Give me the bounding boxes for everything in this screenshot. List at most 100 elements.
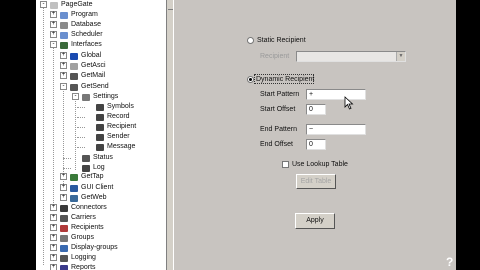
screen: - PageGate + Program + Database + Scheduler - Int… [0, 0, 480, 270]
tree-item-getmail[interactable]: GetMail [70, 71, 105, 81]
tree-item-label: Global [81, 52, 102, 59]
tree-expander-icon[interactable]: + [60, 62, 67, 69]
tree-item-scheduler[interactable]: Scheduler [60, 30, 103, 40]
settings-panel: Static Recipient Recipient ▼ Dynamic Rec… [174, 0, 456, 270]
tree-item-pagegate[interactable]: PageGate [50, 0, 93, 10]
start-pattern-input[interactable]: + [306, 89, 366, 100]
dynamic-recipient-radio[interactable] [247, 76, 254, 83]
chevron-down-icon[interactable]: ▼ [396, 52, 405, 61]
tree-branch-line [77, 137, 85, 138]
end-offset-input[interactable]: 0 [306, 139, 326, 150]
tree-expander-icon[interactable]: + [50, 224, 57, 231]
tree-item-database[interactable]: Database [60, 20, 101, 30]
tree-item-recipient[interactable]: Recipient [96, 122, 136, 132]
tree-item-logging[interactable]: Logging [60, 253, 96, 263]
tree-expander-icon[interactable]: + [50, 204, 57, 211]
right-black-bar [456, 0, 480, 270]
tree-item-groups[interactable]: Groups [60, 233, 94, 243]
tree-node-icon [96, 123, 104, 131]
tree-expander-icon[interactable]: + [50, 21, 57, 28]
tree-expander-icon[interactable]: + [50, 11, 57, 18]
tree-item-global[interactable]: Global [70, 51, 101, 61]
tree-expander-icon[interactable]: + [60, 194, 67, 201]
tree-item-label: GetAsci [81, 62, 106, 69]
tree-item-label: Database [71, 21, 101, 28]
tree-item-carriers[interactable]: Carriers [60, 213, 96, 223]
tree-item-label: GUI Client [81, 184, 114, 191]
start-pattern-label: Start Pattern [260, 91, 300, 98]
navigation-tree[interactable]: - PageGate + Program + Database + Scheduler - Int… [36, 0, 166, 270]
tree-item-label: Scheduler [71, 31, 103, 38]
tree-item-settings[interactable]: Settings [82, 92, 118, 102]
tree-expander-icon[interactable]: + [60, 184, 67, 191]
recipient-select[interactable]: ▼ [296, 51, 406, 62]
tree-item-interfaces[interactable]: Interfaces [60, 40, 102, 50]
tree-node-icon [60, 214, 68, 222]
tree-node-icon [60, 264, 68, 270]
static-recipient-radio[interactable] [247, 37, 254, 44]
start-offset-input[interactable]: 0 [306, 104, 326, 115]
dynamic-recipient-label: Dynamic Recipient [256, 76, 315, 83]
tree-item-reports[interactable]: Reports [60, 263, 96, 270]
tree-item-label: Recipient [107, 123, 137, 130]
tree-item-getsend[interactable]: GetSend [70, 82, 109, 92]
tree-item-sender[interactable]: Sender [96, 132, 130, 142]
tree-item-display-groups[interactable]: Display-groups [60, 243, 118, 253]
tree-expander-icon[interactable]: + [50, 214, 57, 221]
tree-node-icon [60, 31, 68, 39]
tree-node-icon [82, 154, 90, 162]
tree-branch-line [77, 107, 85, 108]
tree-item-getweb[interactable]: GetWeb [70, 193, 107, 203]
tree-item-connectors[interactable]: Connectors [60, 203, 107, 213]
tree-item-label: PageGate [61, 1, 93, 8]
tree-item-label: Logging [71, 254, 96, 261]
tree-guide-line [53, 45, 54, 205]
tree-item-status[interactable]: Status [82, 153, 113, 163]
tree-item-program[interactable]: Program [60, 10, 98, 20]
tree-node-icon [96, 143, 104, 151]
tree-item-label: GetTap [81, 173, 104, 180]
tree-branch-line [63, 168, 71, 169]
tree-expander-icon[interactable]: + [50, 234, 57, 241]
edit-table-button[interactable]: Edit Table [296, 174, 336, 189]
tree-item-gui-client[interactable]: GUI Client [70, 183, 113, 193]
tree-node-icon [60, 11, 68, 19]
tree-expander-icon[interactable]: + [50, 264, 57, 270]
mouse-cursor-icon [344, 96, 354, 110]
end-pattern-input[interactable]: ~ [306, 124, 366, 135]
tree-expander-icon[interactable]: - [40, 1, 47, 8]
tree-item-symbols[interactable]: Symbols [96, 102, 134, 112]
tree-expander-icon[interactable]: + [50, 244, 57, 251]
tree-item-label: Reports [71, 264, 96, 270]
splitter-thumb[interactable] [168, 0, 173, 10]
tree-guide-line [43, 5, 44, 265]
tree-expander-icon[interactable]: - [50, 41, 57, 48]
use-lookup-table-label: Use Lookup Table [292, 161, 348, 168]
tree-item-getasci[interactable]: GetAsci [70, 61, 106, 71]
tree-expander-icon[interactable]: - [60, 83, 67, 90]
tree-item-record[interactable]: Record [96, 112, 130, 122]
tree-node-icon [60, 244, 68, 252]
tree-item-label: GetWeb [81, 194, 107, 201]
tree-item-message[interactable]: Message [96, 142, 135, 152]
tree-item-recipients[interactable]: Recipients [60, 223, 104, 233]
panel-splitter[interactable] [166, 0, 174, 270]
tree-node-icon [70, 62, 78, 70]
tree-node-icon [70, 184, 78, 192]
tree-expander-icon[interactable]: + [60, 52, 67, 59]
tree-item-label: Record [107, 113, 130, 120]
recipient-field-label: Recipient [260, 53, 290, 60]
tree-node-icon [60, 21, 68, 29]
tree-item-gettap[interactable]: GetTap [70, 172, 104, 182]
apply-button[interactable]: Apply [295, 213, 335, 229]
tree-expander-icon[interactable]: + [50, 31, 57, 38]
tree-expander-icon[interactable]: + [60, 72, 67, 79]
tree-item-label: Connectors [71, 204, 107, 211]
tree-node-icon [70, 72, 78, 80]
tree-item-label: Program [71, 11, 98, 18]
use-lookup-table-checkbox[interactable] [282, 161, 289, 168]
tree-expander-icon[interactable]: + [60, 173, 67, 180]
tree-expander-icon[interactable]: - [72, 93, 79, 100]
tree-item-label: Symbols [107, 103, 134, 110]
tree-expander-icon[interactable]: + [50, 254, 57, 261]
